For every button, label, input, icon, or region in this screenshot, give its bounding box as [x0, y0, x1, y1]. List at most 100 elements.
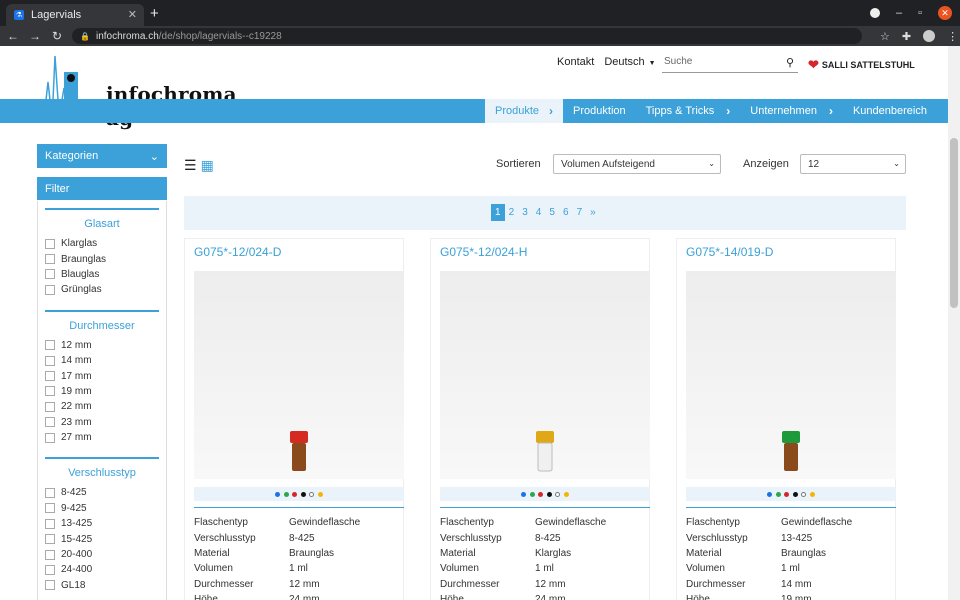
back-icon[interactable]: ← — [4, 29, 22, 43]
product-title[interactable]: G075*-14/019-D — [686, 245, 773, 259]
filter-option[interactable]: 19 mm — [45, 384, 159, 399]
reload-icon[interactable]: ↻ — [48, 29, 66, 43]
color-dot[interactable] — [784, 491, 790, 497]
product-image[interactable] — [440, 271, 650, 479]
checkbox[interactable] — [45, 238, 55, 249]
forward-icon[interactable]: → — [26, 29, 44, 43]
language-dropdown[interactable]: Deutsch ▼ — [604, 56, 655, 68]
page-link[interactable]: 2 — [505, 204, 519, 221]
filter-option[interactable]: 22 mm — [45, 399, 159, 414]
checkbox[interactable] — [45, 432, 55, 443]
color-dot[interactable] — [546, 491, 552, 497]
page-link[interactable]: 7 — [573, 204, 587, 221]
product-card[interactable]: G075*-12/024-H Flaschentyp Gewindeflasche… — [430, 238, 650, 600]
checkbox[interactable] — [45, 355, 55, 366]
scrollbar[interactable] — [948, 46, 960, 600]
color-dot[interactable] — [317, 491, 323, 497]
close-window-icon[interactable]: ✕ — [938, 6, 952, 20]
filter-option[interactable]: 20-400 — [45, 547, 159, 562]
filter-option[interactable]: 24-400 — [45, 562, 159, 577]
color-dot[interactable] — [555, 491, 561, 497]
checkbox[interactable] — [45, 503, 55, 514]
list-view-icon[interactable]: ☰ — [184, 157, 197, 174]
checkbox[interactable] — [45, 371, 55, 382]
menu-icon[interactable]: ⋮ — [947, 30, 958, 43]
color-dot[interactable] — [300, 491, 306, 497]
sort-select[interactable]: Volumen Aufsteigend ⌄ — [553, 154, 721, 174]
checkbox[interactable] — [45, 254, 55, 265]
checkbox[interactable] — [45, 269, 55, 280]
product-card[interactable]: G075*-12/024-D Flaschentyp Gewindeflasche… — [184, 238, 404, 600]
filter-option[interactable]: 14 mm — [45, 353, 159, 368]
page-link[interactable]: 1 — [491, 204, 505, 221]
filter-option[interactable]: 23 mm — [45, 415, 159, 430]
page-link[interactable]: 5 — [545, 204, 559, 221]
filter-option[interactable]: Blauglas — [45, 267, 159, 282]
color-dot[interactable] — [563, 491, 569, 497]
checkbox[interactable] — [45, 401, 55, 412]
checkbox[interactable] — [45, 564, 55, 575]
color-dot[interactable] — [529, 491, 535, 497]
checkbox[interactable] — [45, 534, 55, 545]
filter-option[interactable]: GL18 — [45, 578, 159, 593]
new-tab-icon[interactable]: + — [150, 6, 159, 21]
salli-link[interactable]: ❤ SALLI SATTELSTUHL — [808, 57, 915, 73]
filter-option[interactable]: 8-425 — [45, 485, 159, 500]
color-dot[interactable] — [792, 491, 798, 497]
checkbox[interactable] — [45, 580, 55, 591]
browser-tab[interactable]: ⚗ Lagervials ✕ — [6, 4, 144, 26]
color-dot[interactable] — [275, 491, 281, 497]
filter-option[interactable]: 15-425 — [45, 531, 159, 546]
show-select[interactable]: 12 ⌄ — [800, 154, 906, 174]
page-link[interactable]: 4 — [532, 204, 546, 221]
color-dot[interactable] — [292, 491, 298, 497]
product-title[interactable]: G075*-12/024-D — [194, 245, 281, 259]
close-tab-icon[interactable]: ✕ — [128, 8, 137, 21]
filter-option[interactable]: Klarglas — [45, 236, 159, 251]
checkbox[interactable] — [45, 417, 55, 428]
minimize-icon[interactable]: – — [896, 7, 902, 19]
filter-option[interactable]: 9-425 — [45, 501, 159, 516]
maximize-icon[interactable]: ▫ — [918, 7, 922, 19]
color-dot[interactable] — [521, 491, 527, 497]
record-icon[interactable] — [869, 8, 880, 18]
nav-item-produktion[interactable]: Produktion — [563, 99, 636, 123]
filter-option[interactable]: 12 mm — [45, 338, 159, 353]
page-link[interactable]: 6 — [559, 204, 573, 221]
color-dot[interactable] — [538, 491, 544, 497]
scrollbar-thumb[interactable] — [950, 138, 958, 308]
filter-option[interactable]: 17 mm — [45, 368, 159, 383]
filter-option[interactable]: 13-425 — [45, 516, 159, 531]
search-input[interactable]: Suche ⚲ — [662, 51, 798, 73]
checkbox[interactable] — [45, 284, 55, 295]
filter-option[interactable]: 27 mm — [45, 430, 159, 445]
extensions-icon[interactable]: ✚ — [902, 30, 911, 43]
kategorien-dropdown[interactable]: Kategorien ⌄ — [37, 144, 167, 168]
color-dot[interactable] — [283, 491, 289, 497]
color-dot[interactable] — [775, 491, 781, 497]
checkbox[interactable] — [45, 549, 55, 560]
search-icon[interactable]: ⚲ — [786, 56, 794, 69]
nav-item-produkte[interactable]: Produkte › — [485, 99, 564, 123]
product-title[interactable]: G075*-12/024-H — [440, 245, 527, 259]
checkbox[interactable] — [45, 340, 55, 351]
nav-item-kundenbereich[interactable]: Kundenbereich — [843, 99, 937, 123]
checkbox[interactable] — [45, 386, 55, 397]
kontakt-link[interactable]: Kontakt — [557, 56, 594, 68]
checkbox[interactable] — [45, 518, 55, 529]
product-image[interactable] — [194, 271, 404, 479]
filter-option[interactable]: Grünglas — [45, 282, 159, 297]
logo[interactable]: infochroma ag — [38, 52, 238, 130]
color-dot[interactable] — [801, 491, 807, 497]
next-page-icon[interactable]: » — [586, 204, 600, 221]
color-dot[interactable] — [309, 491, 315, 497]
filter-option[interactable]: Braunglas — [45, 251, 159, 266]
nav-item-unternehmen[interactable]: Unternehmen › — [740, 99, 843, 123]
page-link[interactable]: 3 — [518, 204, 532, 221]
address-bar[interactable]: 🔒 infochroma.ch /de/shop/lagervials--c19… — [72, 28, 862, 44]
nav-item-tipps[interactable]: Tipps & Tricks › — [636, 99, 741, 123]
product-image[interactable] — [686, 271, 896, 479]
product-card[interactable]: G075*-14/019-D Flaschentyp Gewindeflasche… — [676, 238, 896, 600]
color-dot[interactable] — [767, 491, 773, 497]
grid-view-icon[interactable]: ▦ — [201, 157, 214, 174]
